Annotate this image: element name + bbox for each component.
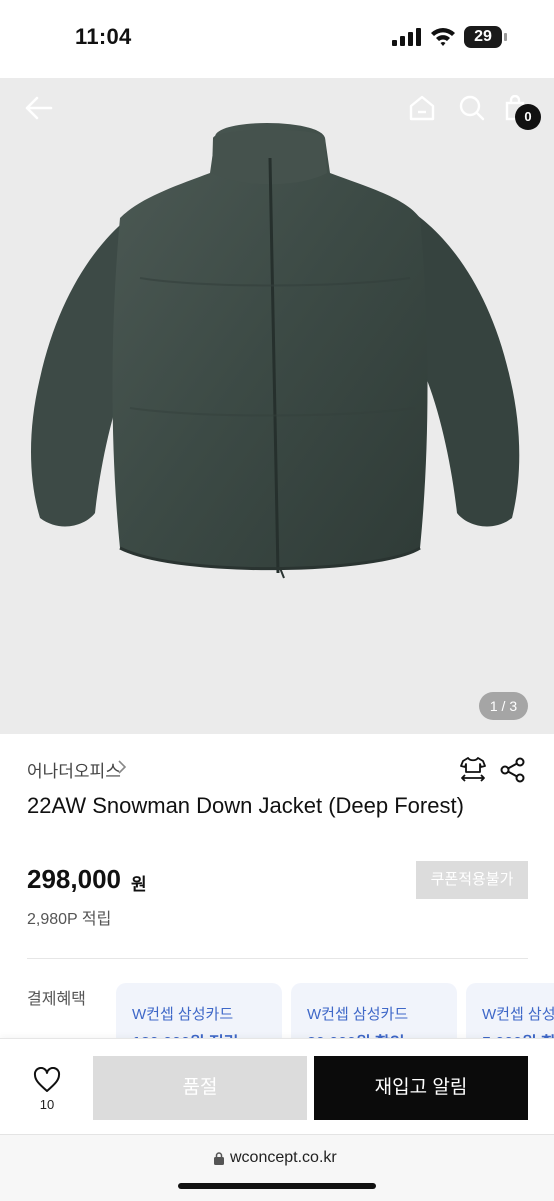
battery-icon: 29 [464, 26, 508, 48]
size-guide-icon[interactable] [459, 755, 487, 783]
benefit-card-title: W컨셉 삼성카드 [307, 1006, 409, 1023]
product-image [31, 123, 520, 579]
heart-icon[interactable] [33, 1067, 61, 1093]
divider [27, 958, 528, 959]
product-price: 298,000 [27, 864, 121, 894]
coupon-unavailable-button[interactable]: 쿠폰적용불가 [416, 861, 528, 899]
restock-alert-button[interactable]: 재입고 알림 [314, 1056, 528, 1120]
sold-out-button[interactable]: 품절 [93, 1056, 307, 1120]
lock-icon [214, 1152, 224, 1165]
battery-level: 29 [474, 28, 492, 45]
share-icon[interactable] [500, 757, 526, 783]
price-currency: 원 [131, 875, 147, 894]
brand-link[interactable]: 어나더오피스 [27, 757, 121, 782]
status-time: 11:04 [75, 24, 132, 49]
browser-url[interactable]: wconcept.co.kr [230, 1149, 337, 1167]
search-icon[interactable] [459, 95, 485, 121]
reward-points: 2,980P 적립 [27, 911, 112, 928]
chevron-right-icon[interactable] [117, 759, 127, 775]
like-count: 10 [39, 1097, 55, 1112]
home-indicator [178, 1183, 376, 1189]
wifi-icon [431, 28, 455, 46]
product-title: 22AW Snowman Down Jacket (Deep Forest) [27, 793, 464, 818]
benefit-card-title: W컨셉 삼성카드 [132, 1006, 234, 1023]
image-pager: 1 / 3 [479, 692, 528, 720]
payment-benefits-label: 결제혜택 [27, 991, 86, 1008]
back-arrow-icon[interactable] [25, 96, 53, 120]
product-image-gallery[interactable] [0, 78, 554, 734]
cart-count-badge[interactable]: 0 [515, 104, 541, 130]
browser-url-bar[interactable] [0, 1134, 554, 1201]
home-icon[interactable] [409, 95, 435, 121]
benefit-card-title: W컨셉 삼성카드 [482, 1006, 554, 1023]
cellular-signal-icon [392, 28, 421, 46]
